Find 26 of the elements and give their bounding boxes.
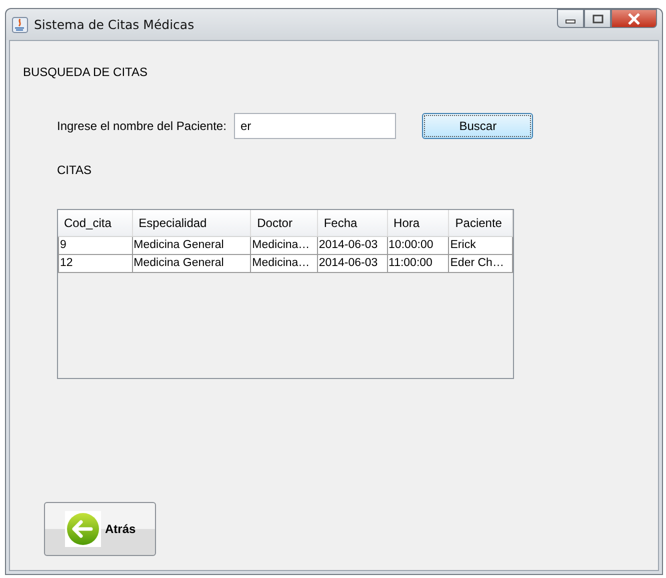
column-header[interactable]: Hora bbox=[388, 210, 450, 236]
close-icon bbox=[627, 12, 641, 24]
column-header[interactable]: Doctor bbox=[251, 210, 318, 236]
table-cell: Medicina General bbox=[132, 255, 252, 273]
table-cell: Eder Ch… bbox=[449, 255, 513, 273]
section-label: CITAS bbox=[57, 163, 92, 177]
field-label: Ingrese el nombre del Paciente: bbox=[57, 119, 226, 133]
table-cell: Medicina… bbox=[251, 255, 318, 273]
table-cell: 12 bbox=[58, 255, 133, 273]
close-button[interactable] bbox=[611, 9, 657, 28]
section-heading: BUSQUEDA DE CITAS bbox=[23, 65, 148, 79]
left-arrow-icon bbox=[65, 511, 101, 547]
app-icon bbox=[12, 16, 28, 32]
maximize-icon bbox=[592, 14, 604, 24]
minimize-button[interactable] bbox=[557, 9, 584, 28]
patient-name-field[interactable]: er bbox=[234, 113, 396, 139]
column-header[interactable]: Fecha bbox=[318, 210, 388, 236]
column-header[interactable]: Cod_cita bbox=[58, 210, 133, 236]
table-cell: 11:00:00 bbox=[388, 255, 450, 273]
back-button[interactable]: Atrás bbox=[44, 502, 156, 556]
search-button[interactable]: Buscar bbox=[422, 113, 534, 139]
maximize-button[interactable] bbox=[584, 9, 611, 28]
table-cell: 2014-06-03 bbox=[318, 255, 388, 273]
column-header[interactable]: Paciente bbox=[449, 210, 513, 236]
column-header[interactable]: Especialidad bbox=[132, 210, 252, 236]
window-title: Sistema de Citas Médicas bbox=[34, 17, 194, 32]
